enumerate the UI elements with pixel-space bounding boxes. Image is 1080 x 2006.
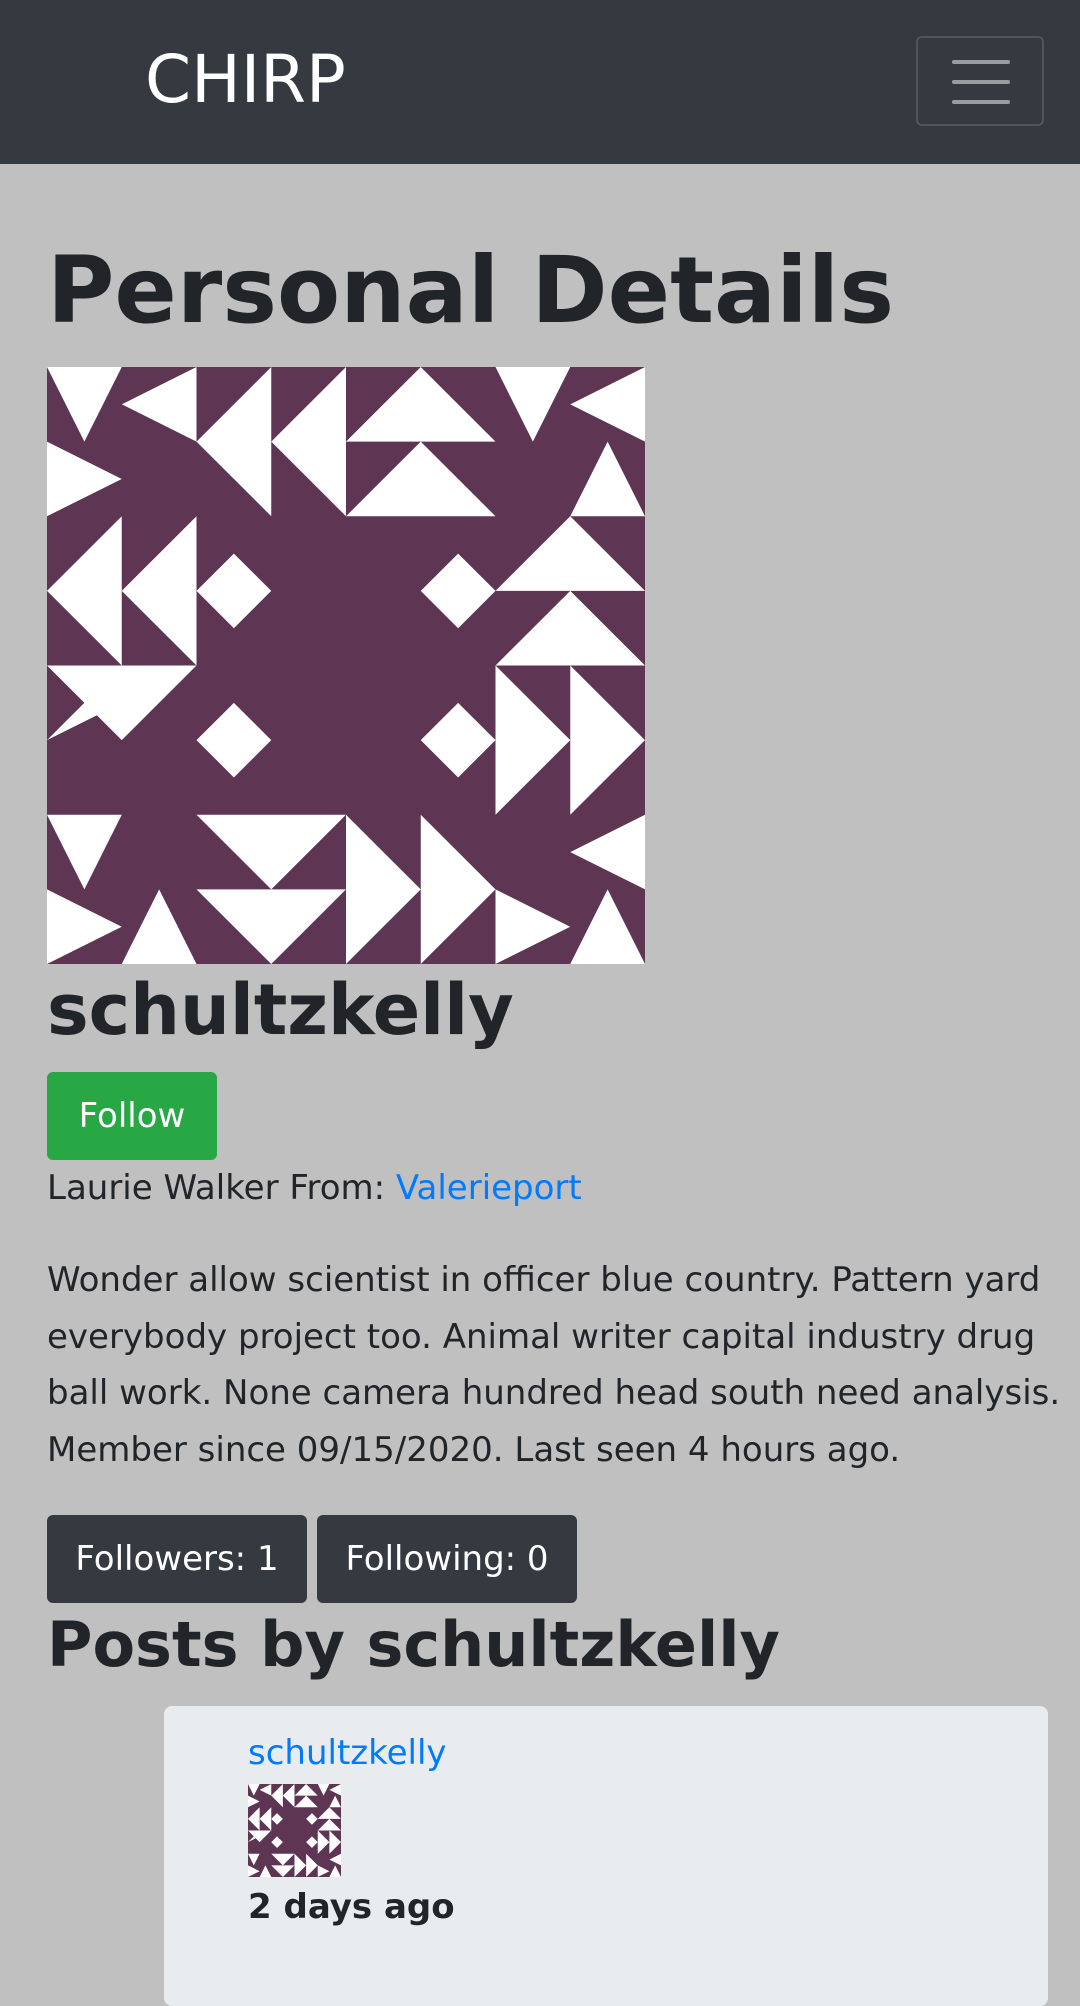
location-link[interactable]: Valerieport xyxy=(396,1168,582,1208)
identicon-avatar-small[interactable] xyxy=(248,1784,341,1877)
post-card: schultzkelly 2 days ago xyxy=(164,1706,1048,2006)
name-location-line: Laurie Walker From: Valerieport xyxy=(47,1163,582,1213)
identicon-avatar xyxy=(47,367,645,964)
last-seen: Last seen 4 hours ago. xyxy=(514,1429,901,1470)
profile-bio: Wonder allow scientist in officer blue c… xyxy=(47,1252,1077,1478)
full-name: Laurie Walker xyxy=(47,1168,279,1208)
from-label: From: xyxy=(278,1168,396,1208)
page-title: Personal Details xyxy=(47,237,894,344)
post-timestamp: 2 days ago xyxy=(248,1887,455,1927)
bio-text: Wonder allow scientist in officer blue c… xyxy=(47,1260,1061,1413)
follow-button[interactable]: Follow xyxy=(47,1072,217,1160)
navbar: CHIRP xyxy=(0,0,1080,164)
followers-button[interactable]: Followers: 1 xyxy=(47,1515,307,1603)
navbar-toggle-button[interactable] xyxy=(916,36,1044,126)
brand-logo[interactable]: CHIRP xyxy=(145,38,346,122)
posts-heading: Posts by schultzkelly xyxy=(47,1608,780,1681)
following-button[interactable]: Following: 0 xyxy=(317,1515,577,1603)
post-author-link[interactable]: schultzkelly xyxy=(248,1730,447,1776)
member-since: Member since 09/15/2020. xyxy=(47,1429,504,1470)
profile-username: schultzkelly xyxy=(47,969,514,1051)
